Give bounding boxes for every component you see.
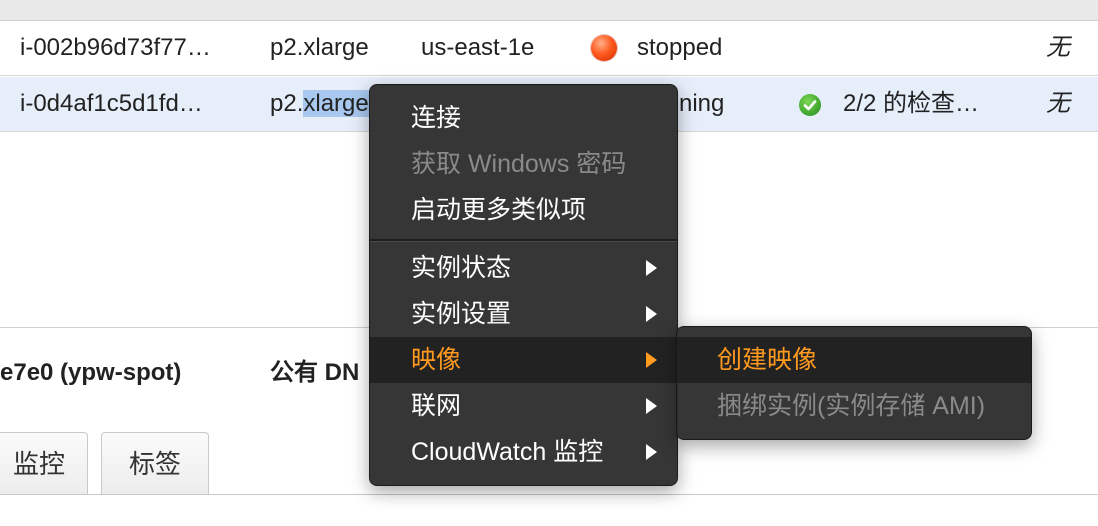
- alarm-status-cell: 无: [1046, 34, 1070, 61]
- instance-type-selected-text: xlarge: [303, 90, 369, 117]
- menu-separator: [370, 239, 677, 242]
- instance-id-cell: i-002b96d73f77…: [20, 34, 211, 61]
- menu-item-label: 连接: [411, 104, 462, 132]
- chevron-right-icon: [646, 444, 657, 460]
- alarm-status-cell: 无: [1046, 90, 1070, 117]
- instance-state-cell: ning: [679, 90, 725, 117]
- menu-item-networking[interactable]: 联网: [370, 383, 677, 429]
- instance-id-cell: i-0d4af1c5d1fd…: [20, 90, 203, 117]
- availability-zone-cell: us-east-1e: [421, 34, 535, 61]
- tab-baseline: [0, 494, 1098, 495]
- table-header: [0, 0, 1098, 21]
- instance-type-prefix: p2.: [270, 90, 304, 117]
- submenu-item-bundle-instance: 捆绑实例(实例存储 AMI): [677, 383, 1031, 429]
- instance-type-cell: p2.xlarge: [270, 77, 369, 131]
- context-menu: 连接 获取 Windows 密码 启动更多类似项 实例状态 实例设置 映像 联网…: [369, 84, 678, 486]
- menu-item-label: CloudWatch 监控: [411, 438, 604, 466]
- chevron-right-icon: [646, 398, 657, 414]
- chevron-right-icon: [646, 260, 657, 276]
- stopped-state-icon: [591, 35, 617, 61]
- checkmark-icon: [799, 94, 821, 116]
- instance-type-cell: p2.xlarge: [270, 34, 369, 61]
- public-dns-label: 公有 DN: [270, 359, 360, 386]
- menu-item-label: 实例设置: [411, 300, 512, 328]
- tab-tags[interactable]: 标签: [101, 432, 209, 495]
- menu-item-instance-settings[interactable]: 实例设置: [370, 291, 677, 337]
- ec2-console-page: i-002b96d73f77… p2.xlarge us-east-1e sto…: [0, 0, 1098, 526]
- instance-name-label: e7e0 (ypw-spot): [0, 359, 182, 386]
- menu-item-label: 启动更多类似项: [411, 196, 587, 224]
- menu-item-label: 映像: [411, 346, 462, 374]
- tab-monitoring[interactable]: 监控: [0, 432, 88, 495]
- submenu-item-label: 创建映像: [717, 346, 818, 374]
- menu-item-instance-state[interactable]: 实例状态: [370, 245, 677, 291]
- chevron-right-icon: [646, 306, 657, 322]
- menu-item-launch-more-like-this[interactable]: 启动更多类似项: [370, 187, 677, 233]
- table-row[interactable]: i-002b96d73f77… p2.xlarge us-east-1e sto…: [0, 21, 1098, 76]
- menu-item-cloudwatch-monitoring[interactable]: CloudWatch 监控: [370, 429, 677, 475]
- image-submenu: 创建映像 捆绑实例(实例存储 AMI): [676, 326, 1032, 440]
- chevron-right-icon: [646, 352, 657, 368]
- submenu-item-create-image[interactable]: 创建映像: [677, 337, 1031, 383]
- submenu-item-label: 捆绑实例(实例存储 AMI): [717, 392, 986, 420]
- status-checks-cell: 2/2 的检查…: [843, 90, 980, 117]
- menu-item-label: 获取 Windows 密码: [411, 150, 627, 178]
- instance-state-cell: stopped: [637, 34, 723, 61]
- menu-item-connect[interactable]: 连接: [370, 95, 677, 141]
- menu-item-label: 联网: [411, 392, 462, 420]
- menu-item-label: 实例状态: [411, 254, 512, 282]
- menu-item-get-windows-password: 获取 Windows 密码: [370, 141, 677, 187]
- menu-item-image[interactable]: 映像: [370, 337, 677, 383]
